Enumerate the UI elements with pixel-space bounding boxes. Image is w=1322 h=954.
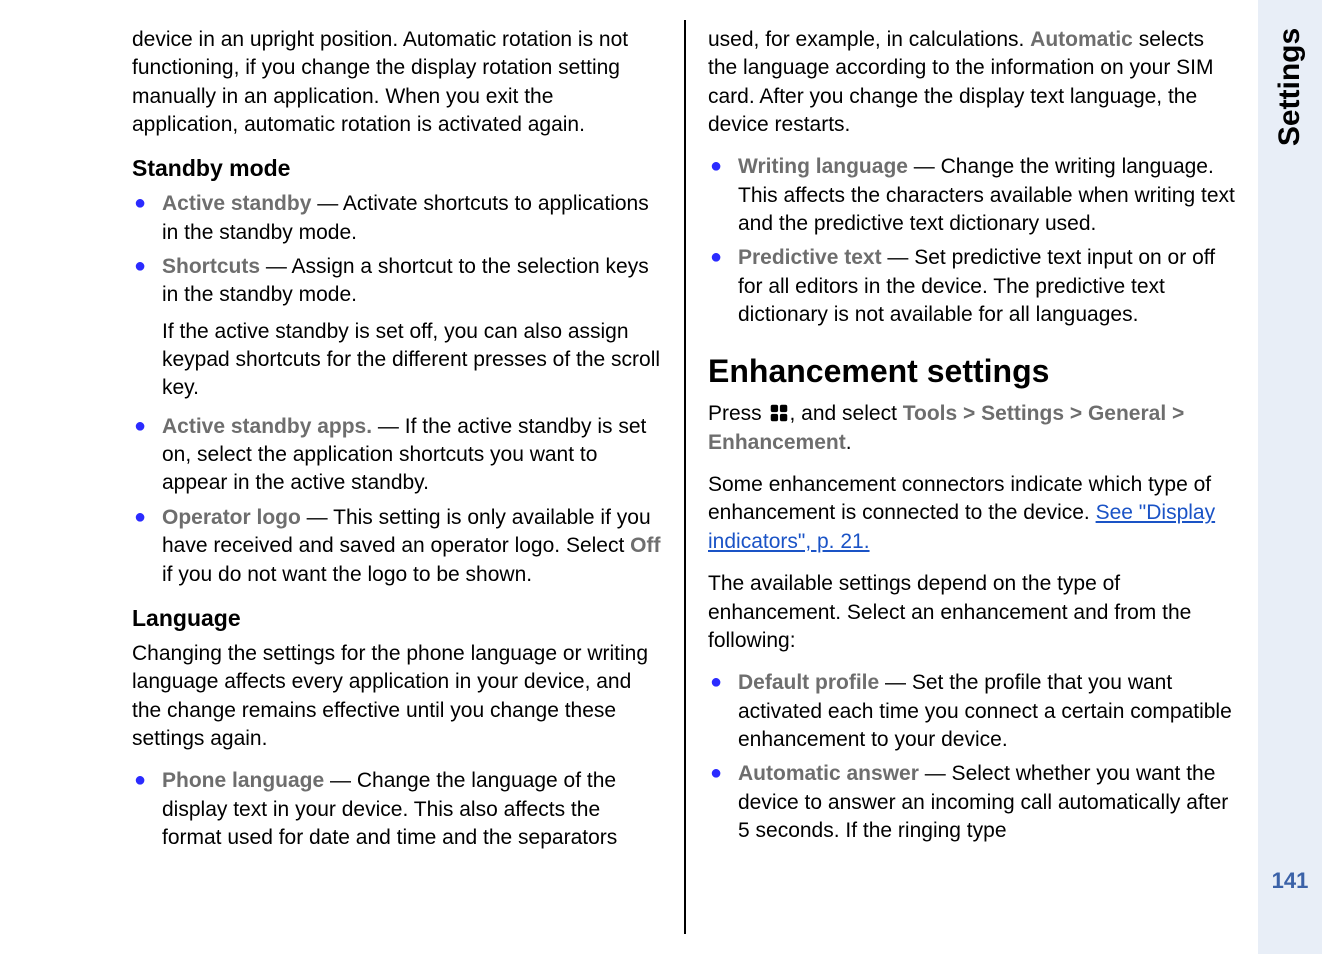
item-label: Operator logo	[162, 506, 301, 529]
lang-cont-pre: used, for example, in calculations.	[708, 28, 1030, 51]
language-continuation: used, for example, in calculations. Auto…	[708, 26, 1238, 139]
item-label: Default profile	[738, 671, 879, 694]
language-list: Phone language — Change the language of …	[132, 767, 662, 852]
side-tab-label: Settings	[1273, 28, 1307, 146]
item-label: Shortcuts	[162, 255, 260, 278]
list-item: Operator logo — This setting is only ava…	[132, 504, 662, 589]
standby-mode-heading: Standby mode	[132, 155, 662, 182]
nav-sep: >	[1070, 402, 1082, 425]
item-label: Phone language	[162, 769, 324, 792]
nav-sep: >	[963, 402, 975, 425]
item-label: Automatic answer	[738, 762, 919, 785]
automatic-value: Automatic	[1030, 28, 1133, 51]
list-item: Shortcuts — Assign a shortcut to the sel…	[132, 253, 662, 310]
enhancement-nav-path: Press , and select Tools > Settings > Ge…	[708, 400, 1238, 457]
list-item: Writing language — Change the writing la…	[708, 153, 1238, 238]
language-intro: Changing the settings for the phone lang…	[132, 640, 662, 753]
list-item: Active standby — Activate shortcuts to a…	[132, 190, 662, 247]
enhancement-list: Default profile — Set the profile that y…	[708, 669, 1238, 845]
enhancement-connectors-paragraph: Some enhancement connectors indicate whi…	[708, 471, 1238, 556]
nav-enhancement: Enhancement	[708, 431, 846, 454]
column-right: used, for example, in calculations. Auto…	[686, 20, 1260, 934]
item-text-post: if you do not want the logo to be shown.	[162, 563, 532, 586]
language-list-right: Writing language — Change the writing la…	[708, 153, 1238, 329]
off-value: Off	[630, 534, 660, 557]
list-item: Active standby apps. — If the active sta…	[132, 413, 662, 498]
standby-list-cont: Active standby apps. — If the active sta…	[132, 413, 662, 589]
list-item: Phone language — Change the language of …	[132, 767, 662, 852]
enhancement-settings-heading: Enhancement settings	[708, 353, 1238, 390]
nav-general: General	[1088, 402, 1166, 425]
nav-sep: >	[1172, 402, 1184, 425]
standby-extra-note: If the active standby is set off, you ca…	[132, 318, 662, 403]
enhancement-available-paragraph: The available settings depend on the typ…	[708, 570, 1238, 655]
nav-tools: Tools	[903, 402, 957, 425]
intro-paragraph: device in an upright position. Automatic…	[132, 26, 662, 139]
page-number: 141	[1272, 868, 1309, 894]
item-label: Active standby	[162, 192, 311, 215]
list-item: Automatic answer — Select whether you wa…	[708, 760, 1238, 845]
item-label: Predictive text	[738, 246, 882, 269]
item-label: Writing language	[738, 155, 908, 178]
menu-key-icon	[768, 402, 790, 424]
nav-settings: Settings	[981, 402, 1064, 425]
press-label: Press	[708, 402, 768, 425]
nav-period: .	[846, 431, 852, 454]
page-root: device in an upright position. Automatic…	[0, 0, 1322, 954]
standby-list: Active standby — Activate shortcuts to a…	[132, 190, 662, 309]
list-item: Default profile — Set the profile that y…	[708, 669, 1238, 754]
list-item: Predictive text — Set predictive text in…	[708, 244, 1238, 329]
side-tab: Settings 141	[1258, 0, 1322, 954]
column-left: device in an upright position. Automatic…	[110, 20, 686, 934]
content-columns: device in an upright position. Automatic…	[0, 0, 1322, 954]
language-heading: Language	[132, 605, 662, 632]
and-select-label: , and select	[790, 402, 903, 425]
item-label: Active standby apps.	[162, 415, 372, 438]
